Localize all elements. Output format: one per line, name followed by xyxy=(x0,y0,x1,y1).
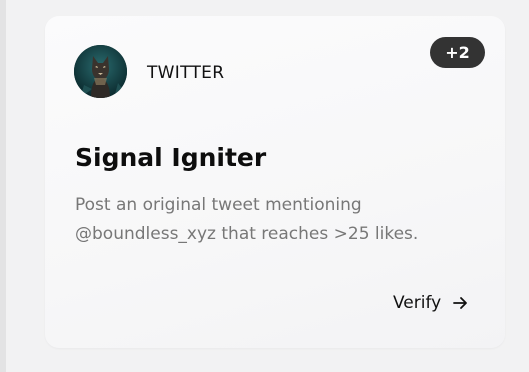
cat-avatar-icon xyxy=(74,45,127,98)
avatar xyxy=(74,45,127,98)
quest-card: TWITTER +2 Signal Igniter Post an origin… xyxy=(45,16,505,348)
arrow-right-icon xyxy=(453,296,468,310)
left-edge-divider xyxy=(0,0,6,372)
points-badge: +2 xyxy=(430,37,485,68)
quest-description-line: Post an original tweet mentioning xyxy=(75,195,362,215)
quest-description: Post an original tweet mentioning @bound… xyxy=(75,191,465,249)
quest-title: Signal Igniter xyxy=(75,143,267,172)
platform-label: TWITTER xyxy=(147,63,225,83)
quest-description-line: @boundless_xyz that reaches >25 likes. xyxy=(75,224,419,244)
verify-button[interactable]: Verify xyxy=(393,290,468,316)
verify-label: Verify xyxy=(393,293,442,313)
